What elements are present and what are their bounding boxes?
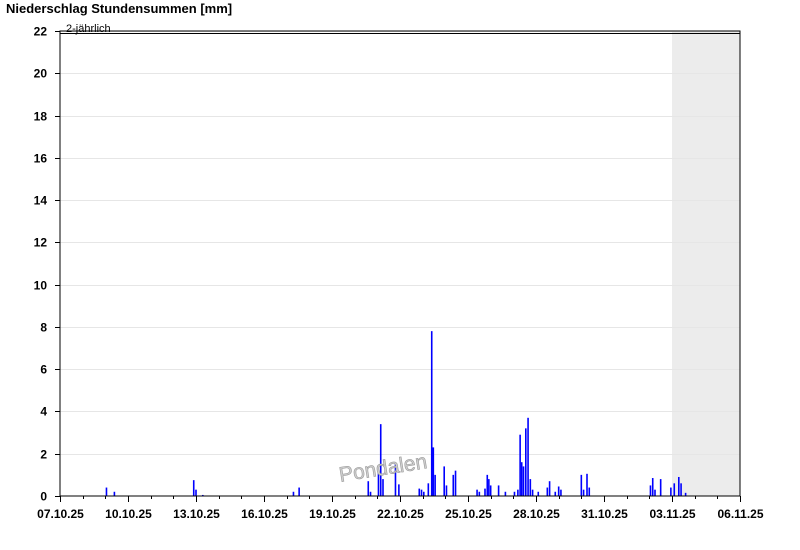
precip-bar xyxy=(443,466,445,496)
x-tick-label: 22.10.25 xyxy=(377,507,424,521)
precip-bar xyxy=(382,479,384,496)
y-axis: 0 2 4 6 8 10 12 14 16 18 20 22 xyxy=(34,25,60,504)
precip-bar xyxy=(588,487,591,496)
precip-bar xyxy=(486,474,489,496)
precip-bar xyxy=(298,487,300,496)
plot-area xyxy=(60,31,740,496)
y-tick-label: 16 xyxy=(34,152,48,166)
precip-bar xyxy=(454,470,457,496)
x-axis: 07.10.25 10.10.25 13.10.25 16.10.25 19.10.25… xyxy=(37,496,764,521)
x-tick-label: 10.10.25 xyxy=(105,507,152,521)
precip-bar xyxy=(678,476,680,496)
precip-bar xyxy=(476,489,478,496)
precip-bar xyxy=(367,481,370,496)
precip-bar xyxy=(513,491,516,496)
y-tick-label: 6 xyxy=(40,363,47,377)
precip-bar xyxy=(427,483,430,496)
precip-bar xyxy=(548,481,551,496)
precip-bar xyxy=(557,486,560,496)
x-tick-label: 19.10.25 xyxy=(309,507,356,521)
precip-bar xyxy=(292,491,295,496)
x-tick-label: 16.10.25 xyxy=(241,507,288,521)
precip-bar xyxy=(537,491,540,496)
precip-bar xyxy=(478,491,481,496)
precip-bar xyxy=(432,447,435,496)
precip-bar xyxy=(445,485,448,496)
x-tick-label: 07.10.25 xyxy=(37,507,84,521)
y-tick-label: 18 xyxy=(34,110,48,124)
precip-bar xyxy=(586,473,588,496)
precip-bar xyxy=(517,489,519,496)
y-tick-label: 2 xyxy=(40,448,47,462)
precip-bar xyxy=(560,489,562,496)
x-tick-label: 13.10.25 xyxy=(173,507,220,521)
precipitation-chart: 2-jährlich 0 2 4 6 8 10 12 14 16 18 20 22 07.10.25 1… xyxy=(34,23,764,521)
precip-bar xyxy=(554,491,557,496)
precip-bar xyxy=(651,478,654,496)
precip-bar xyxy=(504,491,507,496)
precip-bar xyxy=(434,474,436,496)
precip-bar xyxy=(452,474,455,496)
precip-bar xyxy=(522,466,525,496)
x-tick-label: 03.11.25 xyxy=(649,507,695,521)
y-tick-label: 12 xyxy=(34,236,48,250)
x-tick-label: 06.11.25 xyxy=(717,507,763,521)
precip-bar xyxy=(654,489,656,496)
precip-bar xyxy=(582,489,585,496)
precip-bar xyxy=(105,487,108,496)
precip-bar xyxy=(497,485,500,496)
precip-bar xyxy=(423,491,425,496)
precip-bar xyxy=(398,484,400,497)
y-tick-label: 0 xyxy=(40,490,47,504)
y-tick-label: 4 xyxy=(40,405,47,419)
precip-bar xyxy=(113,491,116,496)
x-tick-label: 28.10.25 xyxy=(513,507,560,521)
precip-bar xyxy=(527,417,529,496)
precip-bar xyxy=(418,488,421,496)
precip-bar xyxy=(649,485,652,496)
precip-bar xyxy=(680,483,682,496)
precip-bar xyxy=(670,487,672,496)
precip-bar xyxy=(546,487,549,496)
y-tick-label: 8 xyxy=(40,321,47,335)
y-tick-label: 14 xyxy=(34,194,48,208)
precip-bar xyxy=(673,483,676,496)
precip-bar xyxy=(519,434,521,496)
precip-bar xyxy=(531,489,534,496)
precip-bar xyxy=(195,489,197,496)
precip-bar xyxy=(529,479,532,496)
y-tick-label: 22 xyxy=(34,25,48,39)
precip-bar xyxy=(369,491,372,496)
precip-bar xyxy=(192,480,195,496)
x-tick-label: 31.10.25 xyxy=(581,507,628,521)
y-tick-label: 10 xyxy=(34,279,48,293)
threshold-label: 2-jährlich xyxy=(66,23,111,35)
y-tick-label: 20 xyxy=(34,67,48,81)
x-tick-label: 25.10.25 xyxy=(445,507,492,521)
precip-bar xyxy=(420,489,423,496)
forecast-area xyxy=(672,31,740,496)
precip-bar xyxy=(580,474,583,496)
precip-bar xyxy=(484,488,486,496)
precip-bar xyxy=(520,462,523,496)
precip-bar xyxy=(525,428,527,496)
precip-bar xyxy=(430,331,433,496)
precip-bar xyxy=(659,479,662,496)
precip-bar xyxy=(488,479,490,496)
precip-bar xyxy=(489,485,492,496)
